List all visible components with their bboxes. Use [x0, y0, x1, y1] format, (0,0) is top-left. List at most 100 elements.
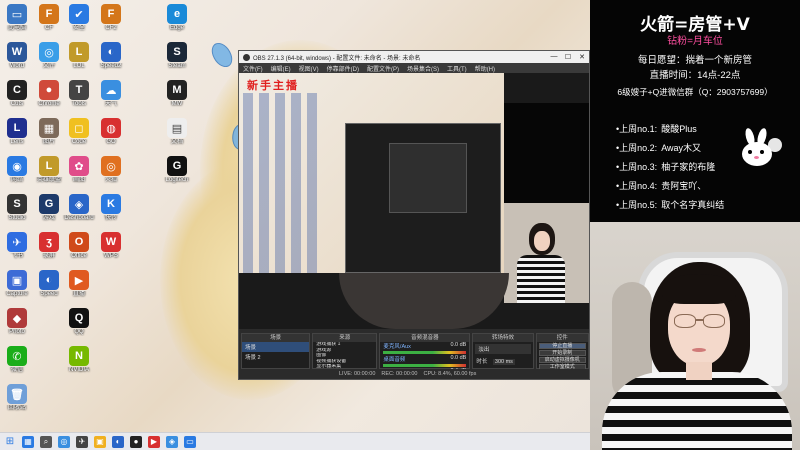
- desktop-icon-label: 画图: [72, 177, 85, 183]
- desktop-icon[interactable]: G Logitech: [160, 156, 194, 184]
- desktop-icon[interactable]: ◻ Code: [62, 118, 96, 146]
- taskbar-app-icon[interactable]: ◐: [112, 435, 124, 448]
- desktop-icon[interactable]: 🗑 回收站: [0, 384, 34, 412]
- desktop-icon[interactable]: M MW: [160, 80, 194, 108]
- taskbar-app-icon[interactable]: ▶: [148, 435, 160, 448]
- app-icon: K: [101, 194, 121, 214]
- duration-value[interactable]: 300 ms: [492, 359, 515, 365]
- obs-menu-item[interactable]: 文件(F): [243, 64, 263, 73]
- desktop-icon[interactable]: ◐ Speed2: [94, 42, 128, 70]
- obs-docks: 场景 场景场景 2 来源 游戏捕获 1游戏源图像视频捕获设备显示器采集文本 音频…: [239, 331, 589, 379]
- info-wish: 每日愿望：揣着一个新房管: [637, 55, 752, 66]
- desktop-icon[interactable]: ◎ 火狐: [94, 156, 128, 184]
- obs-menu-item[interactable]: 停靠部件(D): [327, 64, 359, 73]
- obs-menu-item[interactable]: 场景集合(S): [407, 64, 439, 73]
- taskbar-app-icon[interactable]: ▦: [22, 435, 34, 448]
- scene-item[interactable]: 场景 2: [242, 352, 309, 362]
- taskbar-app-icon[interactable]: ◎: [58, 435, 70, 448]
- windows-start-icon[interactable]: ⊞: [4, 436, 16, 448]
- app-icon: T: [69, 80, 89, 100]
- desktop-icon[interactable]: F CF2: [94, 4, 128, 32]
- desktop-icon-label: WPS: [104, 253, 118, 259]
- desktop-icon[interactable]: ▭ 此电脑: [0, 4, 34, 32]
- desktop-icon[interactable]: ◐ Speed: [32, 270, 66, 298]
- desktop-icon[interactable]: ✆ 微信: [0, 346, 34, 374]
- desktop-icon[interactable]: ▦ 图片: [32, 118, 66, 146]
- taskbar-app-icon[interactable]: ●: [130, 435, 142, 448]
- desktop-icon[interactable]: ◍ GO: [94, 118, 128, 146]
- desktop-icon[interactable]: ✔ 安全: [62, 4, 96, 32]
- obs-preview[interactable]: 新手主播: [239, 73, 589, 329]
- volume-meter[interactable]: [383, 364, 467, 367]
- obs-menu-item[interactable]: 配置文件(P): [367, 64, 399, 73]
- person-lips: [692, 348, 706, 352]
- obs-menu-item[interactable]: 编辑(E): [271, 64, 291, 73]
- desktop-icon-label: Capture: [6, 291, 28, 297]
- desktop-icon[interactable]: C Cuts: [0, 80, 34, 108]
- app-icon: ✆: [7, 346, 27, 366]
- desktop-icon[interactable]: ▤ 文档: [160, 118, 194, 146]
- obs-title-bar[interactable]: OBS 27.1.3 (64-bit, windows) - 配置文件: 未命名…: [239, 51, 589, 63]
- preview-chair: [339, 273, 509, 329]
- taskbar-app-icon[interactable]: ✈: [76, 435, 88, 448]
- transition-select[interactable]: 淡出: [475, 344, 531, 354]
- desktop-icon[interactable]: ✿ 画图: [62, 156, 96, 184]
- desktop-icon[interactable]: S Steam: [160, 42, 194, 70]
- control-button[interactable]: 开始录制: [538, 350, 586, 356]
- ranking-name: 酸酸Plus: [661, 124, 697, 134]
- obs-menu-item[interactable]: 工具(T): [447, 64, 467, 73]
- obs-menu-item[interactable]: 帮助(H): [475, 64, 495, 73]
- app-icon: ▣: [7, 270, 27, 290]
- desktop-icon-label: 录屏: [42, 253, 55, 259]
- desktop-icon[interactable]: L LOL: [62, 42, 96, 70]
- desktop-icon[interactable]: Q QQ: [62, 308, 96, 336]
- desktop-icon[interactable]: ◈ Dashboard: [62, 194, 96, 222]
- close-icon[interactable]: ✕: [575, 53, 589, 61]
- taskbar-app-icon[interactable]: ▭: [184, 435, 196, 448]
- ranking-label: 上周no.1:: [619, 124, 658, 134]
- desktop-icon[interactable]: e Edge: [160, 4, 194, 32]
- control-button[interactable]: 启动虚拟摄像机: [538, 357, 586, 363]
- ranking-row: •上周no.1: 酸酸Plus: [616, 122, 697, 135]
- obs-menu-item[interactable]: 视图(V): [299, 64, 319, 73]
- desktop-icon[interactable]: W Word: [0, 42, 34, 70]
- desktop-icon-label: LOL: [73, 63, 85, 69]
- desktop-icon[interactable]: ▶ 直播: [62, 270, 96, 298]
- taskbar-app-icon[interactable]: ⌕: [40, 435, 52, 448]
- taskbar: ⊞ ▦ ⌕ ◎ ✈ ▣ ◐ ● ▶ ◈ ▭: [0, 432, 590, 450]
- duration-row: 时长 300 ms: [473, 356, 532, 366]
- preview-nested-2: [389, 143, 467, 213]
- desktop-icon[interactable]: K 快传: [94, 194, 128, 222]
- desktop-icon[interactable]: ☁ 天气: [94, 80, 128, 108]
- desktop-icon[interactable]: ▣ Capture: [0, 270, 34, 298]
- desktop-icon[interactable]: ● Chrome: [32, 80, 66, 108]
- mixer-header: 音频混音器: [380, 334, 470, 342]
- desktop-icon[interactable]: S Studio: [0, 194, 34, 222]
- desktop-icon[interactable]: ◎ 文件: [32, 42, 66, 70]
- desktop-icon[interactable]: T Tools: [62, 80, 96, 108]
- desktop-icon[interactable]: ◉ 网络: [0, 156, 34, 184]
- desktop-icon[interactable]: ʒ 录屏: [32, 232, 66, 260]
- volume-meter[interactable]: [383, 351, 467, 354]
- preview-person-face: [534, 231, 550, 251]
- desktop-icon[interactable]: G 游戏: [32, 194, 66, 222]
- control-button[interactable]: 停止直播: [538, 343, 586, 349]
- webcam-feed: [590, 222, 800, 450]
- desktop-icon[interactable]: O Office: [62, 232, 96, 260]
- desktop-icon[interactable]: ◆ Photo: [0, 308, 34, 336]
- app-icon: L: [69, 42, 89, 62]
- desktop-icon[interactable]: W WPS: [94, 232, 128, 260]
- taskbar-app-icon[interactable]: ▣: [94, 435, 106, 448]
- desktop-icon[interactable]: L Lens: [0, 118, 34, 146]
- desktop-icon[interactable]: L 英雄联盟: [32, 156, 66, 184]
- obs-window[interactable]: OBS 27.1.3 (64-bit, windows) - 配置文件: 未命名…: [238, 50, 590, 380]
- maximize-icon[interactable]: ☐: [561, 53, 575, 61]
- sources-dock: 来源 游戏捕获 1游戏源图像视频捕获设备显示器采集文本: [312, 333, 378, 374]
- scene-item[interactable]: 场景: [242, 342, 310, 352]
- desktop-icon-label: 回收站: [7, 405, 26, 411]
- minimize-icon[interactable]: —: [547, 53, 561, 61]
- desktop-icon[interactable]: F CF: [32, 4, 66, 32]
- desktop-icon[interactable]: ✈ 飞书: [0, 232, 34, 260]
- desktop-icon[interactable]: N NVIDIA: [62, 346, 96, 374]
- taskbar-app-icon[interactable]: ◈: [166, 435, 178, 448]
